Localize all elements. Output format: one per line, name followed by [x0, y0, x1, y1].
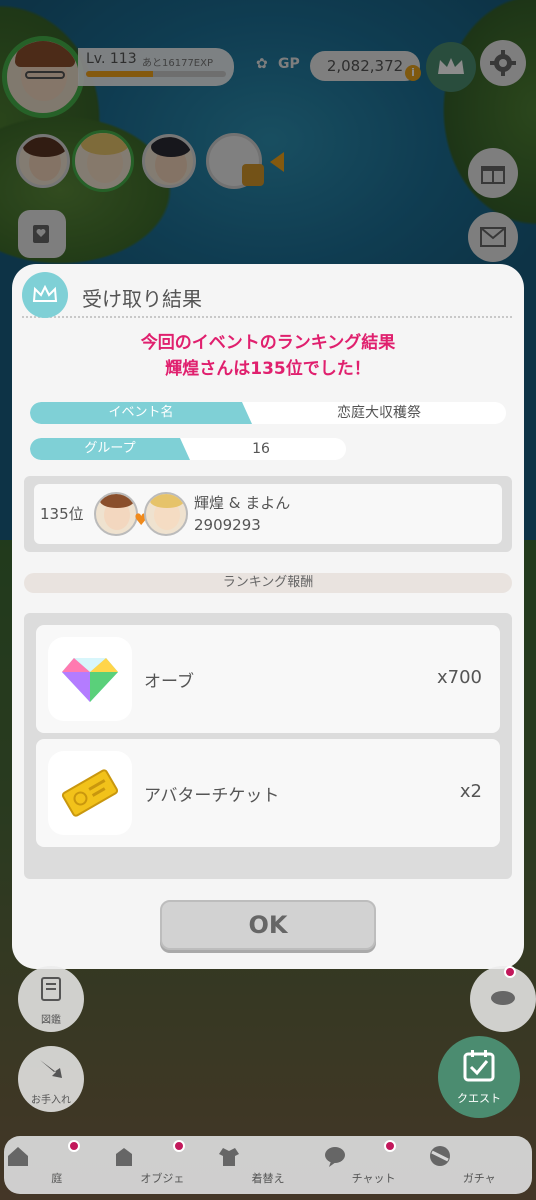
dialog-header: 受け取り結果 — [22, 272, 512, 318]
reward-quantity: x700 — [436, 667, 482, 688]
reward-name: オーブ — [144, 672, 194, 692]
nav-item-object[interactable]: オブジェ — [110, 1136, 216, 1194]
group-value: 16 — [252, 441, 270, 457]
oteire-button[interactable]: お手入れ — [18, 1046, 84, 1112]
notification-dot — [173, 1140, 186, 1152]
shovel-icon — [40, 1060, 62, 1078]
reward-quantity: x2 — [459, 781, 482, 802]
crown-icon — [32, 285, 58, 302]
nav-item-gacha[interactable]: ガチャ — [426, 1136, 532, 1194]
reward-section-title: ランキング報酬 — [24, 573, 512, 593]
notification-dot — [384, 1140, 397, 1152]
calendar-check-icon — [463, 1050, 495, 1082]
ok-button[interactable]: OK — [160, 900, 376, 950]
notification-dot — [67, 1140, 80, 1152]
nav-item-garden[interactable]: 庭 — [4, 1136, 110, 1194]
weather-button[interactable] — [470, 966, 536, 1032]
event-name-value: 恋庭大収穫祭 — [337, 405, 421, 421]
nav-item-wardrobe[interactable]: 着替え — [215, 1136, 321, 1194]
group-row: グループ 16 — [30, 438, 346, 460]
zukan-label: 図鑑 — [41, 1015, 61, 1026]
group-label: グループ — [30, 438, 190, 460]
object-icon — [115, 1148, 132, 1166]
reward-item: オーブ x700 — [36, 625, 500, 733]
reward-result-dialog: 受け取り結果 今回のイベントのランキング結果 輝煌さんは135位でした！ イベン… — [12, 264, 524, 969]
notification-dot — [504, 966, 516, 978]
rank-position: 135位 — [40, 505, 84, 523]
bottom-nav: 庭 オブジェ 着替え チャット ガチャ — [4, 1136, 532, 1194]
dialog-title: 受け取り結果 — [82, 287, 202, 311]
nav-label: オブジェ — [140, 1172, 185, 1185]
pair-avatar-2 — [144, 492, 188, 536]
chat-icon — [324, 1147, 345, 1167]
quest-button[interactable]: クエスト — [438, 1036, 520, 1118]
nav-label: ガチャ — [462, 1172, 496, 1185]
reward-name: アバターチケット — [144, 786, 280, 806]
reward-item: アバターチケット x2 — [36, 739, 500, 847]
wardrobe-icon — [219, 1148, 240, 1166]
nav-label: 着替え — [251, 1172, 285, 1185]
reward-list: オーブ x700 アバターチケット x2 — [24, 613, 512, 879]
event-name-row: イベント名 恋庭大収穫祭 — [30, 402, 506, 424]
rank-panel: 135位 ♥ 輝煌 & まよん 2909293 — [24, 476, 512, 552]
rank-entry: 135位 ♥ 輝煌 & まよん 2909293 — [34, 484, 502, 544]
nav-label: 庭 — [51, 1172, 63, 1185]
zukan-button[interactable]: 図鑑 — [18, 966, 84, 1032]
ticket-icon — [48, 751, 132, 835]
dialog-crown-badge — [22, 272, 68, 318]
nav-item-chat[interactable]: チャット — [321, 1136, 427, 1194]
result-line-2: 輝煌さんは135位でした！ — [165, 359, 371, 379]
pair-avatar-1 — [94, 492, 138, 536]
cloud-icon — [491, 991, 515, 1005]
book-icon — [41, 977, 61, 1001]
quest-label: クエスト — [457, 1092, 501, 1105]
event-name-label: イベント名 — [30, 402, 252, 424]
pair-score: 2909293 — [194, 516, 261, 534]
nav-label: チャット — [351, 1172, 396, 1185]
result-line-1: 今回のイベントのランキング結果 — [140, 333, 396, 353]
pair-name: 輝煌 & まよん — [194, 494, 291, 512]
gacha-icon — [430, 1146, 451, 1166]
gem-icon — [48, 637, 132, 721]
oteire-label: お手入れ — [31, 1095, 71, 1106]
home-icon — [8, 1147, 28, 1166]
